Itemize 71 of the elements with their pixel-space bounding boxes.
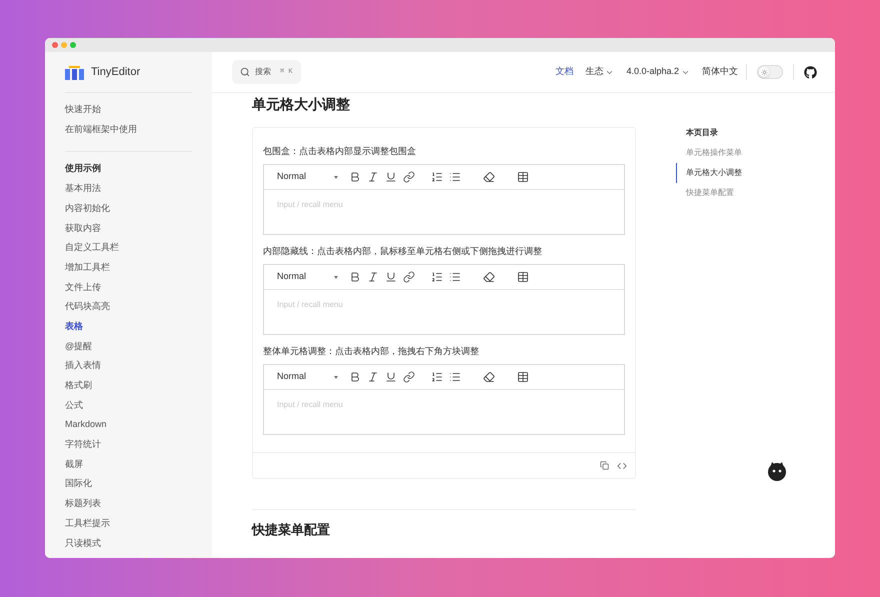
sidebar-item[interactable]: 表格 (65, 316, 192, 337)
sidebar-item[interactable]: 获取内容 (65, 218, 192, 238)
sidebar-item[interactable]: 格式刷 (65, 376, 192, 396)
bold-icon[interactable] (349, 371, 361, 383)
toc-link[interactable]: 单元格大小调整 (676, 163, 835, 183)
eraser-icon[interactable] (483, 271, 495, 283)
underline-icon[interactable] (385, 371, 397, 383)
sidebar-item[interactable]: 插入表情 (65, 356, 192, 376)
table-icon[interactable] (517, 271, 529, 283)
logo-icon (65, 66, 85, 80)
underline-icon[interactable] (385, 171, 397, 183)
sidebar-item[interactable]: 标题列表 (65, 494, 192, 514)
bold-icon[interactable] (349, 171, 361, 183)
ordered-list-icon[interactable] (431, 271, 443, 283)
link-icon[interactable] (403, 371, 415, 383)
toc-link[interactable]: 单元格操作菜单 (676, 143, 835, 163)
ordered-list-icon[interactable] (431, 171, 443, 183)
nav-link[interactable]: 文档 (555, 65, 574, 79)
sidebar-item[interactable]: 截屏 (65, 454, 192, 474)
sun-icon (760, 68, 768, 76)
sidebar-item[interactable]: 代码块高亮 (65, 297, 192, 317)
table-icon[interactable] (517, 371, 529, 383)
sidebar-item[interactable]: 基本用法 (65, 179, 192, 199)
demo-description: 整体单元格调整：点击表格内部，拖拽右下角方块调整 (263, 345, 480, 358)
link-icon[interactable] (403, 271, 415, 283)
italic-icon[interactable] (367, 371, 379, 383)
sidebar-item[interactable]: @提醒 (65, 336, 192, 356)
format-dropdown[interactable]: Normal (277, 170, 345, 184)
sidebar-item[interactable]: 在前端框架中使用 (65, 120, 192, 140)
eraser-icon[interactable] (483, 371, 495, 383)
sidebar-item[interactable]: 文件上传 (65, 278, 192, 298)
sidebar-item[interactable]: 快速开始 (65, 100, 192, 120)
theme-toggle[interactable] (757, 65, 783, 79)
section-heading: 单元格大小调整 (252, 95, 351, 114)
sidebar-item[interactable]: 字符统计 (65, 435, 192, 455)
underline-icon[interactable] (385, 271, 397, 283)
caret-icon (334, 376, 338, 378)
cat-mascot-icon[interactable] (766, 460, 788, 482)
section-heading: 快捷菜单配置 (252, 522, 331, 538)
nav-link[interactable]: 4.0.0-alpha.2 (626, 65, 690, 79)
bold-icon[interactable] (349, 271, 361, 283)
sidebar-group-title: 使用示例 (65, 162, 102, 176)
caret-icon (334, 176, 338, 178)
sidebar-item[interactable]: 内容初始化 (65, 198, 192, 218)
search-icon (240, 67, 250, 77)
sidebar-item[interactable]: 自定义工具栏 (65, 238, 192, 258)
eraser-icon[interactable] (483, 171, 495, 183)
toc-link[interactable]: 快捷菜单配置 (676, 183, 835, 203)
sidebar-item[interactable]: 国际化 (65, 474, 192, 494)
code-icon[interactable] (617, 460, 627, 470)
demo-description: 内部隐藏线：点击表格内部，鼠标移至单元格右侧或下侧拖拽进行调整 (263, 245, 543, 258)
format-dropdown[interactable]: Normal (277, 270, 345, 284)
italic-icon[interactable] (367, 271, 379, 283)
sidebar-item[interactable]: Markdown (65, 415, 192, 435)
format-dropdown[interactable]: Normal (277, 370, 345, 384)
demo-description: 包围盒：点击表格内部显示调整包围盒 (263, 145, 417, 158)
copy-icon[interactable] (600, 461, 609, 470)
sidebar-item[interactable]: 只读模式 (65, 533, 192, 554)
caret-icon (334, 276, 338, 278)
toc-title: 本页目录 (685, 127, 719, 139)
sidebar-item[interactable]: 公式 (65, 396, 192, 416)
nav-link[interactable]: 生态 (585, 65, 614, 79)
table-icon[interactable] (517, 171, 529, 183)
link-icon[interactable] (403, 171, 415, 183)
github-icon[interactable] (804, 66, 817, 78)
sidebar-item[interactable]: 工具栏提示 (65, 514, 192, 534)
nav-link[interactable]: 简体中文 (702, 65, 738, 79)
italic-icon[interactable] (367, 171, 379, 183)
ordered-list-icon[interactable] (431, 371, 443, 383)
logo-text: TinyEditor (91, 65, 140, 80)
sidebar-item[interactable]: 增加工具栏 (65, 258, 192, 278)
